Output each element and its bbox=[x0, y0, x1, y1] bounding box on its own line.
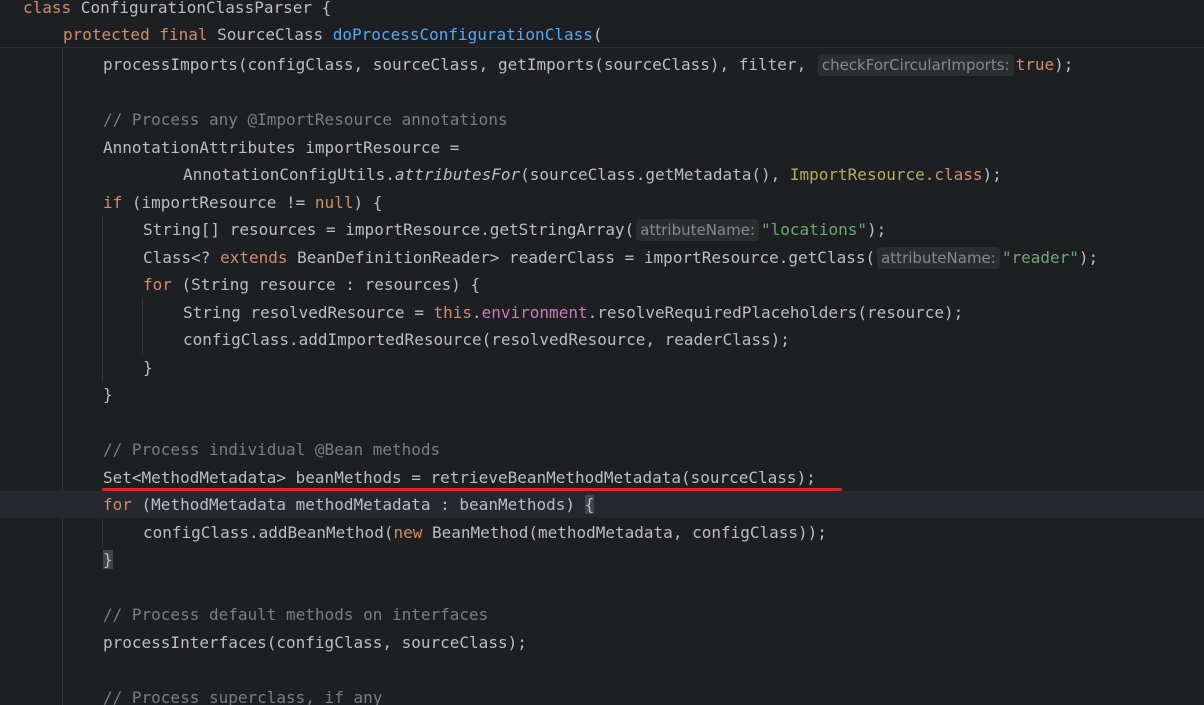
current-code-line[interactable]: for (MethodMetadata methodMetadata : bea… bbox=[0, 491, 1204, 518]
keyword: if bbox=[103, 193, 123, 212]
annotation-type: ImportResource bbox=[789, 165, 925, 184]
code-text: ); bbox=[866, 220, 887, 239]
code-text: (String resource : resources) { bbox=[171, 275, 481, 294]
keyword: final bbox=[159, 25, 208, 44]
code-line[interactable]: processImports(configClass, sourceClass,… bbox=[0, 51, 1204, 78]
keyword: extends bbox=[220, 248, 288, 267]
code-line[interactable]: processInterfaces(configClass, sourceCla… bbox=[0, 629, 1204, 656]
code-line[interactable]: // Process default methods on interfaces bbox=[0, 601, 1204, 628]
code-text: ); bbox=[982, 165, 1002, 184]
code-line[interactable]: // Process any @ImportResource annotatio… bbox=[0, 106, 1204, 133]
code-line[interactable]: AnnotationConfigUtils.attributesFor(sour… bbox=[0, 161, 1204, 188]
code-text: . bbox=[924, 165, 935, 184]
code-text: . bbox=[471, 303, 482, 322]
code-line[interactable]: } bbox=[0, 354, 1204, 381]
code-line[interactable]: if (importResource != null) { bbox=[0, 189, 1204, 216]
keyword: for bbox=[103, 495, 132, 514]
code-text: AnnotationConfigUtils. bbox=[183, 165, 395, 184]
code-text: AnnotationAttributes importResource = bbox=[103, 138, 460, 157]
code-line[interactable]: // Process individual @Bean methods bbox=[0, 436, 1204, 463]
code-text: String[] resources = importResource.getS… bbox=[143, 220, 635, 239]
code-line[interactable]: configClass.addBeanMethod(new BeanMethod… bbox=[0, 519, 1204, 546]
code-comment: // Process individual @Bean methods bbox=[103, 440, 441, 459]
code-line[interactable]: String resolvedResource = this.environme… bbox=[0, 299, 1204, 326]
closing-brace: } bbox=[143, 358, 153, 377]
sticky-header-divider bbox=[0, 47, 1204, 48]
code-text: (importResource != bbox=[122, 193, 315, 212]
code-text: ) { bbox=[353, 193, 383, 212]
sticky-line-method[interactable]: protected final SourceClass doProcessCon… bbox=[0, 21, 1204, 48]
string-literal: "locations" bbox=[761, 220, 867, 239]
static-method-call: attributesFor bbox=[394, 165, 521, 184]
code-text: configClass.addImportedResource(resolved… bbox=[183, 330, 790, 349]
code-comment: // Process any @ImportResource annotatio… bbox=[103, 110, 508, 129]
string-literal: "reader" bbox=[1001, 248, 1079, 267]
code-line[interactable]: AnnotationAttributes importResource = bbox=[0, 134, 1204, 161]
sticky-line-class[interactable]: class ConfigurationClassParser { bbox=[0, 0, 1204, 21]
code-comment: // Process superclass, if any bbox=[103, 688, 383, 705]
parameter-hint: attributeName: bbox=[877, 247, 1000, 269]
code-text: processImports(configClass, sourceClass,… bbox=[103, 55, 816, 74]
code-editor[interactable]: class ConfigurationClassParser { protect… bbox=[0, 0, 1204, 705]
code-text: BeanDefinitionReader> readerClass = impo… bbox=[287, 248, 876, 267]
code-line[interactable]: } bbox=[0, 546, 1204, 573]
keyword: this bbox=[433, 303, 472, 322]
type-name: SourceClass bbox=[217, 25, 324, 44]
keyword: true bbox=[1015, 55, 1055, 74]
field-reference: environment bbox=[481, 303, 588, 322]
keyword: for bbox=[143, 275, 172, 294]
code-text: ); bbox=[1078, 248, 1099, 267]
code-comment: // Process default methods on interfaces bbox=[103, 605, 489, 624]
parameter-hint: attributeName: bbox=[636, 219, 760, 241]
code-text: (sourceClass.getMetadata(), bbox=[520, 165, 790, 184]
keyword: new bbox=[393, 523, 423, 542]
closing-brace: } bbox=[103, 385, 113, 404]
keyword: class bbox=[23, 0, 72, 17]
code-line[interactable]: } bbox=[0, 381, 1204, 408]
code-line[interactable]: // Process superclass, if any bbox=[0, 684, 1204, 705]
code-text: String resolvedResource = bbox=[183, 303, 434, 322]
code-text: BeanMethod(methodMetadata, configClass))… bbox=[422, 523, 827, 542]
keyword: protected bbox=[63, 25, 150, 44]
code-text: (MethodMetadata methodMetadata : beanMet… bbox=[131, 495, 585, 514]
code-text: ( bbox=[592, 25, 603, 44]
matched-brace: } bbox=[103, 550, 113, 569]
code-line[interactable]: configClass.addImportedResource(resolved… bbox=[0, 326, 1204, 353]
code-line[interactable]: for (String resource : resources) { bbox=[0, 271, 1204, 298]
code-text: .resolveRequiredPlaceholders(resource); bbox=[587, 303, 964, 322]
matched-brace: { bbox=[584, 495, 595, 514]
code-line[interactable]: Class<? extends BeanDefinitionReader> re… bbox=[0, 244, 1204, 271]
method-name: doProcessConfigurationClass bbox=[332, 25, 593, 44]
code-text: Class<? bbox=[143, 248, 221, 267]
code-text: ConfigurationClassParser { bbox=[71, 0, 332, 17]
code-line-highlighted[interactable]: Set<MethodMetadata> beanMethods = retrie… bbox=[0, 464, 1204, 491]
parameter-hint: checkForCircularImports: bbox=[817, 54, 1014, 76]
code-text: configClass.addBeanMethod( bbox=[143, 523, 394, 542]
code-line[interactable]: String[] resources = importResource.getS… bbox=[0, 216, 1204, 243]
keyword: class bbox=[934, 165, 983, 184]
keyword: null bbox=[314, 193, 354, 212]
code-text: ); bbox=[1054, 55, 1074, 74]
code-text: processInterfaces(configClass, sourceCla… bbox=[103, 633, 527, 652]
code-text: Set<MethodMetadata> beanMethods = retrie… bbox=[103, 468, 816, 487]
